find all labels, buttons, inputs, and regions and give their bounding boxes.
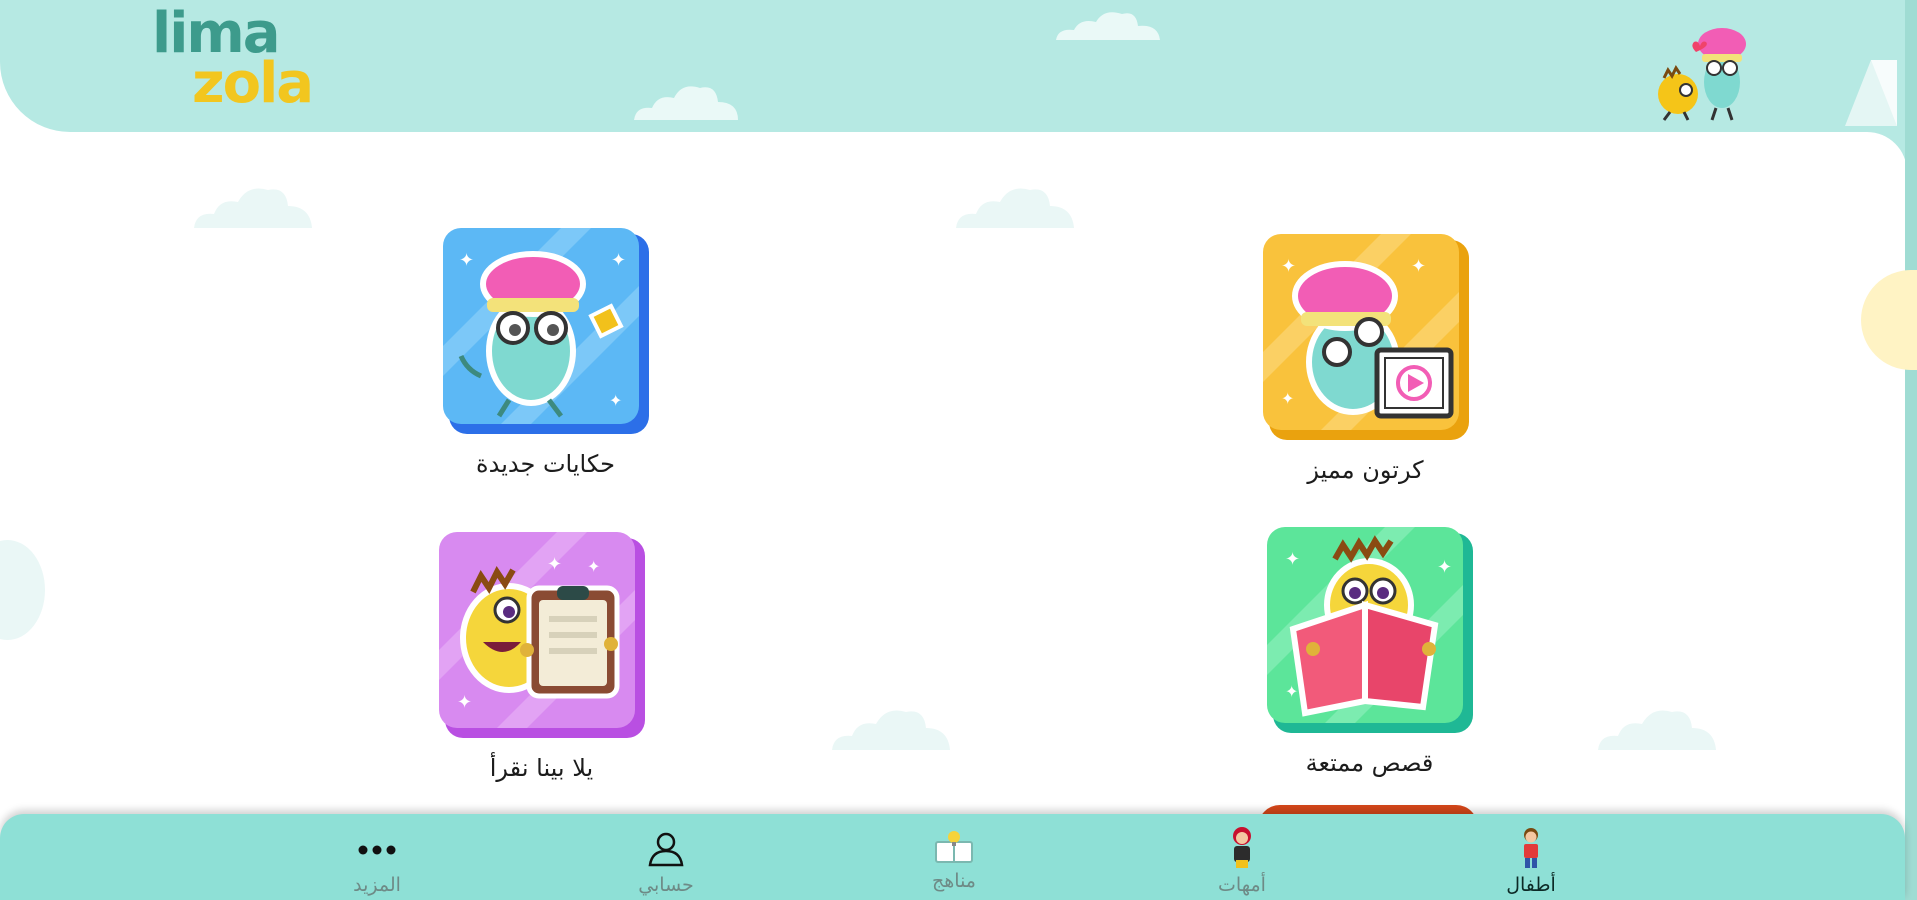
cloud-decoration xyxy=(832,710,950,750)
curriculum-book-icon xyxy=(935,831,973,863)
svg-text:✦: ✦ xyxy=(457,692,472,713)
sun-decoration xyxy=(1861,270,1917,370)
nav-item-mothers[interactable]: أمهات xyxy=(1177,814,1307,900)
tile-featured-cartoon[interactable]: ✦ ✦ ✦ كرتون مميز xyxy=(1258,232,1473,484)
mascots-illustration xyxy=(1658,28,1746,121)
svg-text:✦: ✦ xyxy=(587,557,600,576)
scrollbar-track[interactable] xyxy=(1905,0,1917,900)
user-account-icon xyxy=(648,832,684,867)
cloud-decoration xyxy=(194,188,312,228)
brain-character-pencil-icon: ✦ ✦ ✦ xyxy=(442,228,649,434)
nav-item-account[interactable]: حسابي xyxy=(601,814,731,900)
tile-label: كرتون مميز xyxy=(1307,456,1424,484)
triangle-decoration xyxy=(1845,60,1897,126)
character-book-icon: ✦ ✦ ✦ xyxy=(1266,527,1473,733)
svg-text:✦: ✦ xyxy=(459,250,474,271)
cloud-decoration xyxy=(634,86,738,120)
brain-character-video-icon: ✦ ✦ ✦ xyxy=(1262,234,1469,440)
nav-label: أمهات xyxy=(1218,874,1266,896)
tile-lets-read[interactable]: ✦ ✦ ✦ يلا بينا نقرأ xyxy=(434,530,649,782)
cloud-decoration xyxy=(1056,12,1160,40)
nav-item-more[interactable]: المزيد xyxy=(312,814,442,900)
nav-label: أطفال xyxy=(1506,874,1556,896)
tile-label: قصص ممتعة xyxy=(1305,749,1434,777)
blob-decoration xyxy=(0,540,45,640)
svg-text:✦: ✦ xyxy=(1281,256,1296,277)
mothers-icon xyxy=(1233,827,1251,868)
more-dots-icon xyxy=(358,845,396,855)
nav-label: مناهج xyxy=(932,870,976,892)
svg-text:✦: ✦ xyxy=(547,554,562,575)
svg-text:✦: ✦ xyxy=(1285,682,1298,701)
tile-label: حكايات جديدة xyxy=(476,450,615,478)
cloud-decoration xyxy=(956,188,1074,228)
svg-text:✦: ✦ xyxy=(1437,557,1452,578)
nav-item-kids[interactable]: أطفال xyxy=(1466,814,1596,900)
tile-new-stories[interactable]: ✦ ✦ ✦ حكايات جديدة xyxy=(438,226,653,478)
cloud-decoration xyxy=(1598,710,1716,750)
kids-icon xyxy=(1524,828,1538,868)
logo-zola-text: zola xyxy=(192,51,314,116)
svg-text:✦: ✦ xyxy=(1411,256,1426,277)
character-clipboard-icon: ✦ ✦ ✦ xyxy=(438,532,645,738)
lima-zola-logo[interactable]: lima zola xyxy=(152,6,314,116)
svg-text:✦: ✦ xyxy=(611,250,626,271)
nav-label: حسابي xyxy=(638,874,694,896)
tile-fun-stories[interactable]: ✦ ✦ ✦ قصص ممتعة xyxy=(1262,525,1477,777)
nav-label: المزيد xyxy=(353,874,401,896)
bottom-navigation: المزيد حسابي مناهج أمهات أطفال xyxy=(0,814,1905,900)
nav-item-curricula[interactable]: مناهج xyxy=(889,814,1019,900)
svg-text:✦: ✦ xyxy=(609,391,622,410)
svg-text:✦: ✦ xyxy=(1285,549,1300,570)
app-screen: lima zola ✦ ✦ ✦ حكايات جديدة ✦ ✦ ✦ كرتون… xyxy=(0,0,1917,900)
svg-text:✦: ✦ xyxy=(1281,389,1294,408)
tile-label: يلا بينا نقرأ xyxy=(489,754,594,782)
